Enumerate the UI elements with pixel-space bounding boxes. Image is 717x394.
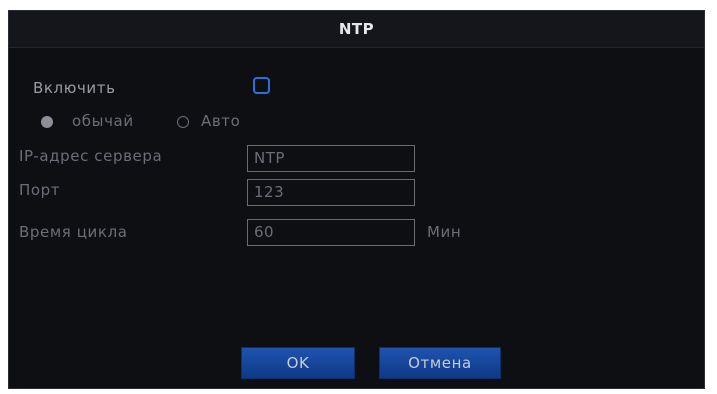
enable-label: Включить — [33, 79, 116, 97]
enable-checkbox[interactable] — [253, 77, 270, 94]
port-label: Порт — [19, 181, 61, 199]
cycle-time-label: Время цикла — [19, 223, 128, 241]
cycle-time-unit: Мин — [427, 223, 462, 241]
mode-radio-auto[interactable] — [177, 116, 189, 128]
ok-button[interactable]: OK — [241, 347, 355, 379]
server-ip-field[interactable]: NTP — [247, 145, 415, 172]
dialog-title: NTP — [338, 20, 375, 38]
ntp-dialog: NTP Включить обычай Авто IP-адрес сервер… — [8, 10, 705, 389]
port-field[interactable]: 123 — [247, 179, 415, 206]
cancel-button[interactable]: Отмена — [379, 347, 501, 379]
server-ip-label: IP-адрес сервера — [19, 147, 163, 165]
cycle-time-field[interactable]: 60 — [247, 219, 415, 246]
mode-radio-auto-label: Авто — [201, 112, 241, 130]
mode-radio-normal[interactable] — [41, 116, 53, 128]
mode-radio-normal-label: обычай — [72, 112, 134, 130]
dialog-titlebar: NTP — [9, 11, 704, 48]
